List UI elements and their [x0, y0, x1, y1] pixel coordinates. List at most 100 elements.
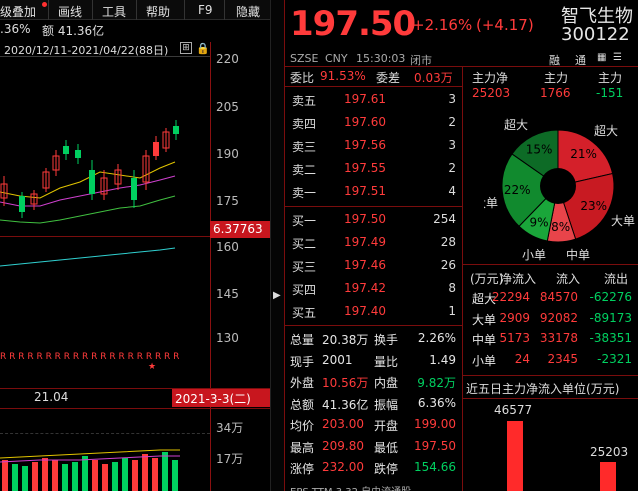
buy-stats-divider: [285, 325, 463, 326]
stats-cell: 最高: [290, 440, 315, 455]
buy-row[interactable]: 买三 197.46 26: [292, 255, 462, 277]
menu-bar: 级叠加 画线 工具 帮助 F9 隐藏: [0, 0, 282, 20]
menu-overlay[interactable]: 级叠加: [0, 3, 36, 20]
kline-candles: [0, 120, 179, 224]
menu-help[interactable]: 帮助: [146, 3, 170, 20]
main-force-out-value: -151: [596, 86, 624, 100]
grid-icon[interactable]: ▦: [597, 52, 606, 63]
middle-right-divider: [462, 66, 463, 491]
market: SZSE: [290, 52, 319, 65]
stats-row: 外盘 10.56万 内盘 9.82万: [290, 372, 462, 393]
r-markers: R R R R R R R R R R R R R R R R R R R R …: [0, 352, 180, 362]
stats-cell: 开盘: [374, 419, 399, 433]
five-day-bar-1: [507, 421, 523, 491]
flow-table-row: 中单 5173 33178 -38351: [470, 329, 638, 349]
flow-table-row: 超大 22294 84570 -62276: [470, 288, 638, 308]
stats-cell: 20.38万: [322, 333, 369, 347]
sell-buy-divider: [285, 206, 463, 207]
stats-cell: 涨停: [290, 462, 315, 476]
sell-row[interactable]: 卖二 197.55 2: [292, 158, 462, 180]
buy-row[interactable]: 买一 197.50 254: [292, 209, 462, 231]
current-price: 197.50: [290, 4, 416, 44]
stats-cell: 197.50: [414, 438, 456, 453]
five-day-label-2: 25203: [590, 445, 629, 459]
price-tick-130: 130: [216, 331, 239, 345]
price-tick-205: 205: [216, 100, 239, 114]
chart-info-amount: 额 41.36亿: [42, 24, 105, 38]
zoom-icon[interactable]: ⊞: [180, 42, 192, 54]
stats-cell: 41.36亿: [322, 397, 369, 412]
price-tick-145: 145: [216, 287, 239, 301]
main-force-net-value: 25203: [472, 86, 511, 100]
list-icon[interactable]: ☰: [613, 52, 622, 63]
menu-f9[interactable]: F9: [198, 3, 213, 17]
stats-cell: 232.00: [322, 460, 364, 474]
buy-row[interactable]: 买五 197.40 1: [292, 301, 462, 323]
flow-table-header: (万元) 净流入 流入 流出: [470, 272, 629, 286]
main-force-in-value: 1766: [540, 86, 571, 100]
volume-bars: [0, 449, 180, 491]
date-range-bar: 2020/12/11-2021/04/22(88日) ⊞ 🔒: [0, 41, 210, 57]
pie-label-big-out: 大单: [611, 214, 636, 228]
stats-row: 最高 209.80 最低 197.50: [290, 437, 462, 458]
stats-cell: 内盘: [374, 376, 399, 390]
stats-cell: 总量: [290, 333, 315, 347]
pie-slice-label: 15%: [526, 143, 553, 157]
stats-cell: 9.82万: [417, 376, 456, 390]
stats-cell: 1.49: [429, 352, 456, 367]
menu-hide[interactable]: 隐藏: [236, 3, 260, 20]
pie-slice-label: 21%: [570, 147, 597, 161]
flow-table-cell: 24: [514, 351, 530, 366]
flow-table-cell: 22294: [491, 290, 530, 304]
pie-label-big-in: 大单: [484, 196, 498, 210]
date-range: 2020/12/11-2021/04/22(88日): [4, 44, 169, 57]
stats-cell: 154.66: [414, 460, 456, 474]
pie-table-divider: [463, 264, 638, 265]
price-tick-160: 160: [216, 240, 239, 254]
flow-table-cell: 92082: [539, 310, 578, 325]
main-force-net-label: 主力净: [472, 71, 509, 85]
menu-draw-line[interactable]: 画线: [58, 3, 82, 20]
stats-cell: 10.56万: [322, 376, 369, 390]
stats-cell: 2.26%: [417, 331, 456, 345]
indicator-lines: [0, 247, 176, 267]
buy-row[interactable]: 买四 197.42 8: [292, 278, 462, 300]
eps-row-cut: EPS TTM 3.32 自由流通股: [290, 483, 411, 491]
menu-tools[interactable]: 工具: [102, 3, 126, 20]
flow-table-cell: -62276: [589, 290, 632, 304]
sell-row[interactable]: 卖一 197.51 4: [292, 181, 462, 203]
buy-row[interactable]: 买二 197.49 28: [292, 232, 462, 254]
stats-row: 现手 2001 量比 1.49: [290, 351, 462, 372]
chart-info-pct: .36%: [0, 22, 31, 36]
chart-right-border: [210, 42, 211, 491]
stats-row: 总量 20.38万 换手 2.26%: [290, 329, 462, 350]
quote-time: 15:30:03: [356, 52, 406, 65]
currency: CNY: [325, 52, 348, 65]
pie-slice-label: 8%: [551, 220, 570, 234]
stats-cell: 最低: [374, 440, 399, 455]
flow-five-day-divider: [463, 375, 638, 376]
flow-table-cell: 2345: [547, 351, 578, 366]
flow-table-row: 大单 2909 92082 -89173: [470, 309, 638, 329]
vol-tick-34w: 34万: [216, 421, 244, 435]
five-day-divider: [463, 398, 638, 399]
pie-label-super-in: 超大: [504, 118, 529, 132]
pie-label-small: 小单: [522, 248, 547, 262]
stock-code: 300122: [561, 24, 630, 45]
sell-row[interactable]: 卖四 197.60 2: [292, 112, 462, 134]
five-day-bar-2: [600, 462, 616, 491]
lock-icon[interactable]: 🔒: [196, 42, 210, 55]
wei-bi-value: 91.53%: [320, 69, 366, 83]
stats-cell: 6.36%: [417, 395, 456, 410]
sell-row[interactable]: 卖五 197.61 3: [292, 89, 462, 111]
flow-table-cell: 33178: [539, 331, 578, 345]
five-day-unit: 单位(万元): [562, 382, 620, 396]
stats-cell: 209.80: [322, 438, 364, 453]
sell-row[interactable]: 卖三 197.56 3: [292, 135, 462, 157]
panel-splitter[interactable]: [270, 0, 284, 491]
pie-slice-label: 23%: [580, 199, 607, 213]
stats-cell: 振幅: [374, 397, 399, 412]
stats-cell: 2001: [322, 352, 353, 367]
flow-table-cell: -38351: [589, 331, 632, 345]
collapse-arrow-icon[interactable]: ▶: [273, 290, 281, 301]
